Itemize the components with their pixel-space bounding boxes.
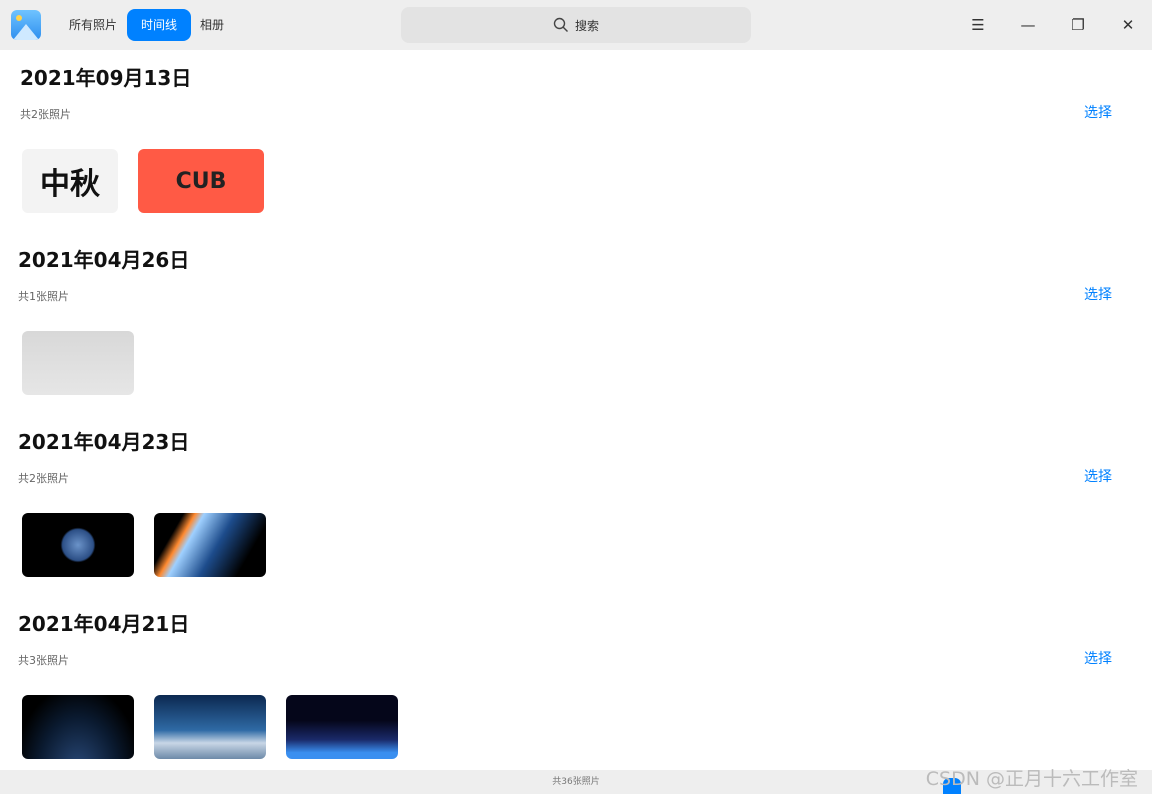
tab-all-photos[interactable]: 所有照片: [55, 9, 131, 41]
timeline-section: 2021年04月21日 共3张照片 选择: [0, 596, 1152, 778]
photo-thumbnail[interactable]: [22, 513, 134, 577]
photo-thumbnail[interactable]: 中秋: [22, 149, 118, 213]
photo-thumbnail[interactable]: CUB: [138, 149, 264, 213]
timeline-section: 2021年04月23日 共2张照片 选择: [0, 414, 1152, 596]
watermark: CSDN @正月十六工作室: [925, 768, 1138, 790]
section-count: 共1张照片: [18, 290, 69, 303]
menu-icon: ☰: [971, 16, 985, 34]
select-button[interactable]: 选择: [1084, 466, 1112, 486]
minimize-button[interactable]: —: [1015, 12, 1041, 38]
search-input[interactable]: 搜索: [401, 7, 751, 43]
photo-thumbnail[interactable]: [154, 695, 266, 759]
photo-thumbnail[interactable]: [22, 695, 134, 759]
section-count: 共2张照片: [20, 108, 71, 121]
total-count: 共36张照片: [552, 777, 600, 787]
tab-albums[interactable]: 相册: [186, 9, 238, 41]
timeline-section: 2021年04月26日 共1张照片 选择: [0, 232, 1152, 414]
section-date: 2021年04月23日: [18, 430, 190, 454]
maximize-button[interactable]: ❐: [1065, 12, 1091, 38]
timeline-view: 2021年09月13日 共2张照片 选择 中秋 CUB 2021年04月26日 …: [0, 50, 1152, 770]
timeline-section: 2021年09月13日 共2张照片 选择 中秋 CUB: [0, 50, 1152, 232]
restore-icon: ❐: [1071, 16, 1085, 34]
photo-thumbnail[interactable]: [154, 513, 266, 577]
section-date: 2021年04月21日: [18, 612, 190, 636]
select-button[interactable]: 选择: [1084, 284, 1112, 304]
select-button[interactable]: 选择: [1084, 648, 1112, 668]
title-bar: 所有照片 时间线 相册 搜索 ☰ — ❐ ✕: [0, 0, 1152, 50]
close-button[interactable]: ✕: [1115, 12, 1141, 38]
minimize-icon: —: [1020, 16, 1036, 34]
menu-button[interactable]: ☰: [965, 12, 991, 38]
section-date: 2021年09月13日: [20, 66, 192, 90]
photo-thumbnail[interactable]: [22, 331, 134, 395]
tab-timeline[interactable]: 时间线: [127, 9, 192, 41]
photo-thumbnail[interactable]: [286, 695, 398, 759]
search-placeholder: 搜索: [574, 18, 599, 33]
close-icon: ✕: [1121, 16, 1135, 34]
section-date: 2021年04月26日: [18, 248, 190, 272]
select-button[interactable]: 选择: [1084, 102, 1112, 122]
section-count: 共2张照片: [18, 472, 69, 485]
app-logo-icon: [11, 10, 41, 40]
section-count: 共3张照片: [18, 654, 69, 667]
search-icon: [553, 17, 568, 32]
